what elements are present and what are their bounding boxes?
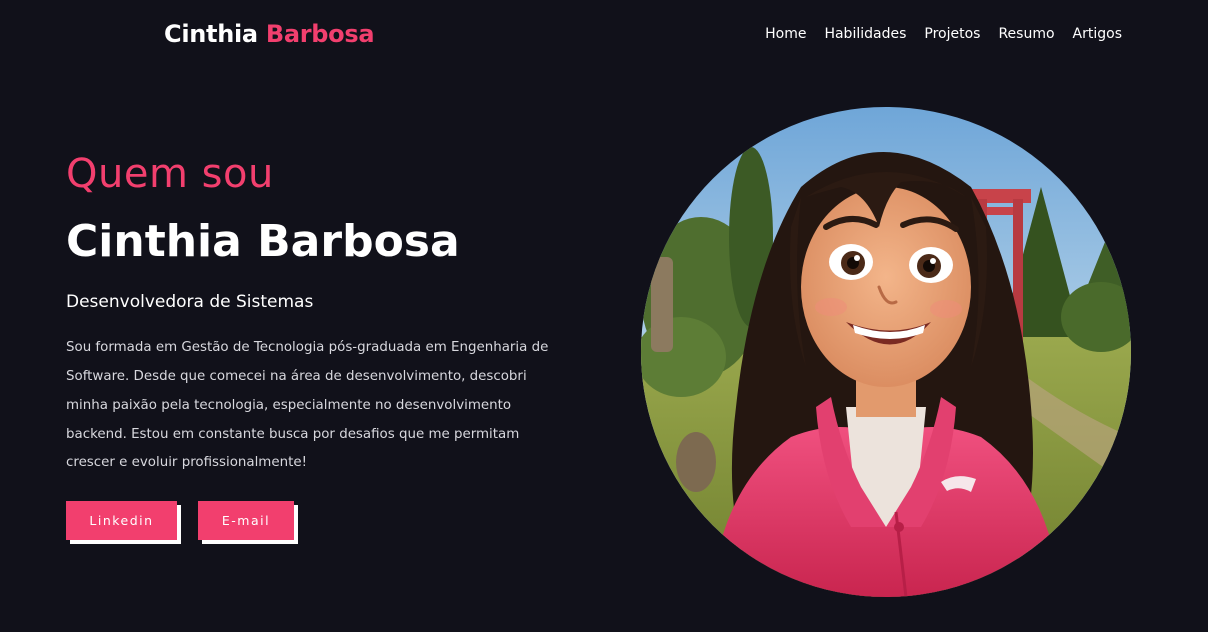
- main-nav: Home Habilidades Projetos Resumo Artigos: [765, 26, 1122, 42]
- profile-avatar: [641, 107, 1131, 597]
- site-logo[interactable]: Cinthia Barbosa: [164, 20, 375, 48]
- hero-role: Desenvolvedora de Sistemas: [66, 292, 314, 313]
- logo-first-name: Cinthia: [164, 20, 258, 48]
- hero-intro: Quem sou Cinthia Barbosa Desenvolvedora …: [66, 152, 566, 540]
- hero-name: Cinthia Barbosa: [66, 216, 460, 267]
- nav-link-artigos[interactable]: Artigos: [1073, 26, 1122, 42]
- hero-greeting: Quem sou: [66, 151, 274, 197]
- nav-link-home[interactable]: Home: [765, 26, 806, 42]
- nav-link-resumo[interactable]: Resumo: [998, 26, 1054, 42]
- avatar-illustration: [641, 107, 1131, 597]
- hero-buttons: Linkedin E-mail: [66, 500, 566, 540]
- navbar: Cinthia Barbosa Home Habilidades Projeto…: [0, 0, 1208, 72]
- email-button[interactable]: E-mail: [198, 500, 294, 540]
- nav-link-habilidades[interactable]: Habilidades: [824, 26, 906, 42]
- nav-link-projetos[interactable]: Projetos: [924, 26, 980, 42]
- linkedin-button[interactable]: Linkedin: [66, 500, 177, 540]
- hero-bio: Sou formada em Gestão de Tecnologia pós-…: [66, 340, 549, 471]
- logo-last-name: Barbosa: [265, 20, 375, 48]
